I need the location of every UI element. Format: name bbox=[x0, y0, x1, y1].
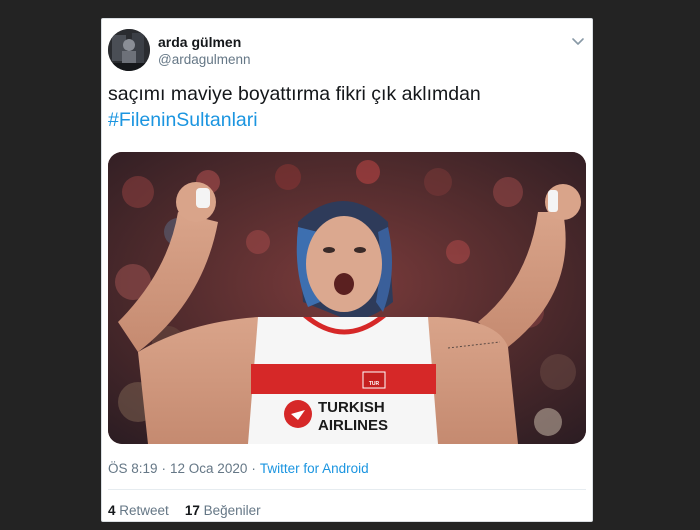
like-stat[interactable]: 17 Beğeniler bbox=[185, 503, 261, 518]
author-name[interactable]: arda gülmen bbox=[158, 34, 241, 50]
author-avatar[interactable] bbox=[108, 29, 150, 71]
meta-separator: · bbox=[161, 461, 167, 476]
jersey-brand-line2: AIRLINES bbox=[318, 417, 388, 434]
tweet-time[interactable]: ÖS 8:19 bbox=[108, 461, 158, 476]
tweet-source-link[interactable]: Twitter for Android bbox=[260, 461, 369, 476]
tweet-text: saçımı maviye boyattırma fikri çık aklım… bbox=[108, 81, 578, 133]
tweet-stats: 4 Retweet 17 Beğeniler bbox=[108, 503, 261, 518]
tweet-body: saçımı maviye boyattırma fikri çık aklım… bbox=[108, 83, 481, 105]
retweet-label: Retweet bbox=[119, 503, 169, 518]
tweet-meta: ÖS 8:19 · 12 Oca 2020 · Twitter for Android bbox=[108, 461, 369, 476]
divider bbox=[108, 489, 586, 490]
author-handle[interactable]: @ardagulmenn bbox=[158, 52, 251, 67]
meta-separator: · bbox=[251, 461, 256, 476]
chevron-down-icon[interactable] bbox=[570, 33, 586, 49]
retweet-stat[interactable]: 4 Retweet bbox=[108, 503, 169, 518]
tweet-photo[interactable]: TUR TURKISH AIRLINES bbox=[108, 152, 586, 444]
tweet-header: arda gülmen @ardagulmenn bbox=[108, 29, 586, 73]
hashtag-link[interactable]: #FileninSultanlari bbox=[108, 107, 578, 133]
tweet-date[interactable]: 12 Oca 2020 bbox=[170, 461, 247, 476]
like-count: 17 bbox=[184, 503, 200, 518]
jersey-brand-line1: TURKISH bbox=[318, 399, 385, 416]
like-label: Beğeniler bbox=[203, 503, 261, 518]
tweet-card: arda gülmen @ardagulmenn saçımı maviye b… bbox=[101, 18, 593, 522]
flag-badge-label: TUR bbox=[369, 381, 380, 387]
retweet-count: 4 bbox=[108, 503, 116, 518]
